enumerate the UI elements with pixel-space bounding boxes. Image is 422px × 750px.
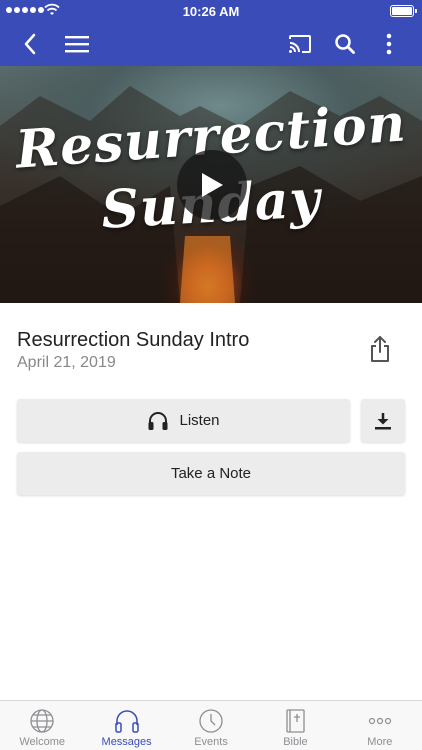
tab-label: Welcome: [19, 736, 66, 748]
tab-messages[interactable]: Messages: [84, 701, 168, 750]
hamburger-menu-icon: [65, 36, 89, 53]
globe-icon: [30, 709, 54, 733]
vertical-dots-icon: [386, 33, 392, 55]
take-note-button[interactable]: Take a Note: [17, 452, 405, 495]
download-button[interactable]: [361, 399, 405, 442]
tab-label: More: [367, 736, 393, 748]
battery-icon: [390, 5, 417, 17]
tab-events[interactable]: Events: [169, 701, 253, 750]
tab-label: Events: [194, 736, 228, 748]
message-date: April 21, 2019: [17, 354, 116, 371]
message-title: Resurrection Sunday Intro: [17, 329, 250, 351]
bible-icon: [286, 709, 306, 733]
tab-label: Bible: [283, 736, 308, 748]
headphones-icon: [114, 710, 139, 733]
tab-bar: Welcome Messages Events Bible More: [0, 700, 422, 750]
search-icon: [335, 34, 355, 54]
listen-label: Listen: [179, 412, 220, 429]
search-button[interactable]: [327, 22, 363, 66]
navigation-bar: [0, 22, 422, 66]
listen-button[interactable]: Listen: [17, 399, 350, 442]
share-button[interactable]: [364, 333, 396, 365]
more-dots-icon: [368, 717, 391, 725]
tab-label: Messages: [101, 736, 152, 748]
take-note-label: Take a Note: [170, 465, 252, 482]
cast-button[interactable]: [282, 22, 318, 66]
play-button[interactable]: [177, 150, 247, 220]
headphones-icon: [148, 411, 168, 430]
tab-more[interactable]: More: [338, 701, 422, 750]
back-button[interactable]: [12, 22, 48, 66]
status-time: 10:26 AM: [182, 4, 240, 19]
share-icon: [371, 336, 389, 362]
download-icon: [375, 412, 391, 429]
status-bar: 10:26 AM: [0, 0, 422, 22]
clock-icon: [199, 709, 223, 733]
menu-button[interactable]: [59, 22, 95, 66]
tab-welcome[interactable]: Welcome: [0, 701, 84, 750]
chevron-left-icon: [24, 33, 36, 55]
cast-icon: [289, 35, 311, 53]
play-icon: [202, 173, 223, 197]
more-options-button[interactable]: [371, 22, 407, 66]
tab-bible[interactable]: Bible: [253, 701, 337, 750]
message-artwork: Resurrection Sunday: [0, 66, 422, 303]
